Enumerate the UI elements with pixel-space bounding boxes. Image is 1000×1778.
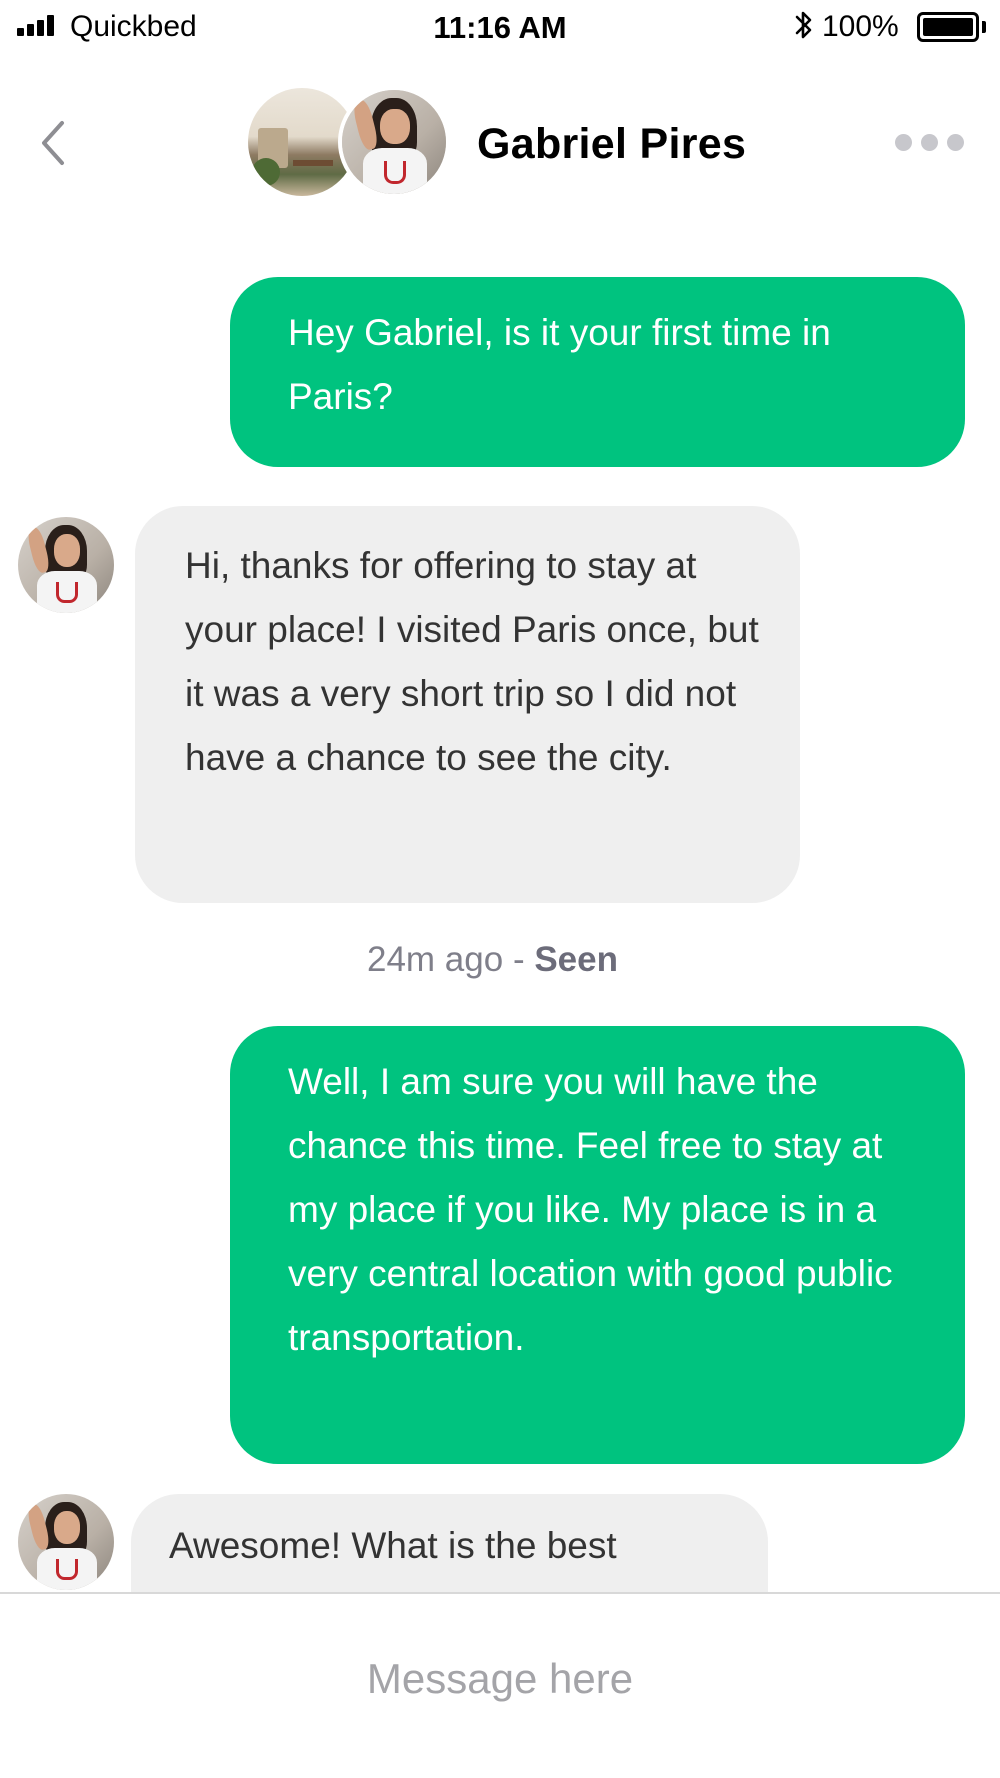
receipt-time: 24m ago bbox=[367, 940, 504, 979]
received-message-bubble[interactable]: Hi, thanks for offering to stay at your … bbox=[135, 506, 800, 903]
battery-fill bbox=[923, 18, 973, 36]
receipt-separator: - bbox=[503, 940, 535, 979]
plant-shape bbox=[252, 158, 280, 186]
avatar-portrait bbox=[342, 90, 446, 194]
battery-icon bbox=[917, 12, 979, 42]
contact-name[interactable]: Gabriel Pires bbox=[477, 120, 746, 169]
message-sender-avatar[interactable] bbox=[18, 1494, 114, 1590]
bluetooth-icon bbox=[795, 11, 812, 39]
battery-tip bbox=[982, 21, 986, 33]
back-chevron-icon[interactable] bbox=[30, 113, 80, 173]
sent-message-bubble[interactable]: Hey Gabriel, is it your first time in Pa… bbox=[230, 277, 965, 467]
sent-message-bubble[interactable]: Well, I am sure you will have the chance… bbox=[230, 1026, 965, 1464]
status-bar: Quickbed 11:16 AM 100% bbox=[0, 0, 1000, 58]
message-sender-avatar[interactable] bbox=[18, 517, 114, 613]
chat-header: Gabriel Pires bbox=[0, 58, 1000, 228]
more-options-icon[interactable] bbox=[895, 134, 964, 151]
message-input[interactable] bbox=[0, 1634, 1000, 1724]
receipt-status: Seen bbox=[534, 940, 618, 979]
contact-avatar[interactable] bbox=[338, 86, 450, 198]
table-shape bbox=[293, 160, 333, 166]
battery-percent: 100% bbox=[822, 10, 899, 43]
message-composer bbox=[0, 1592, 1000, 1778]
read-receipt: 24m ago - Seen bbox=[0, 940, 985, 980]
